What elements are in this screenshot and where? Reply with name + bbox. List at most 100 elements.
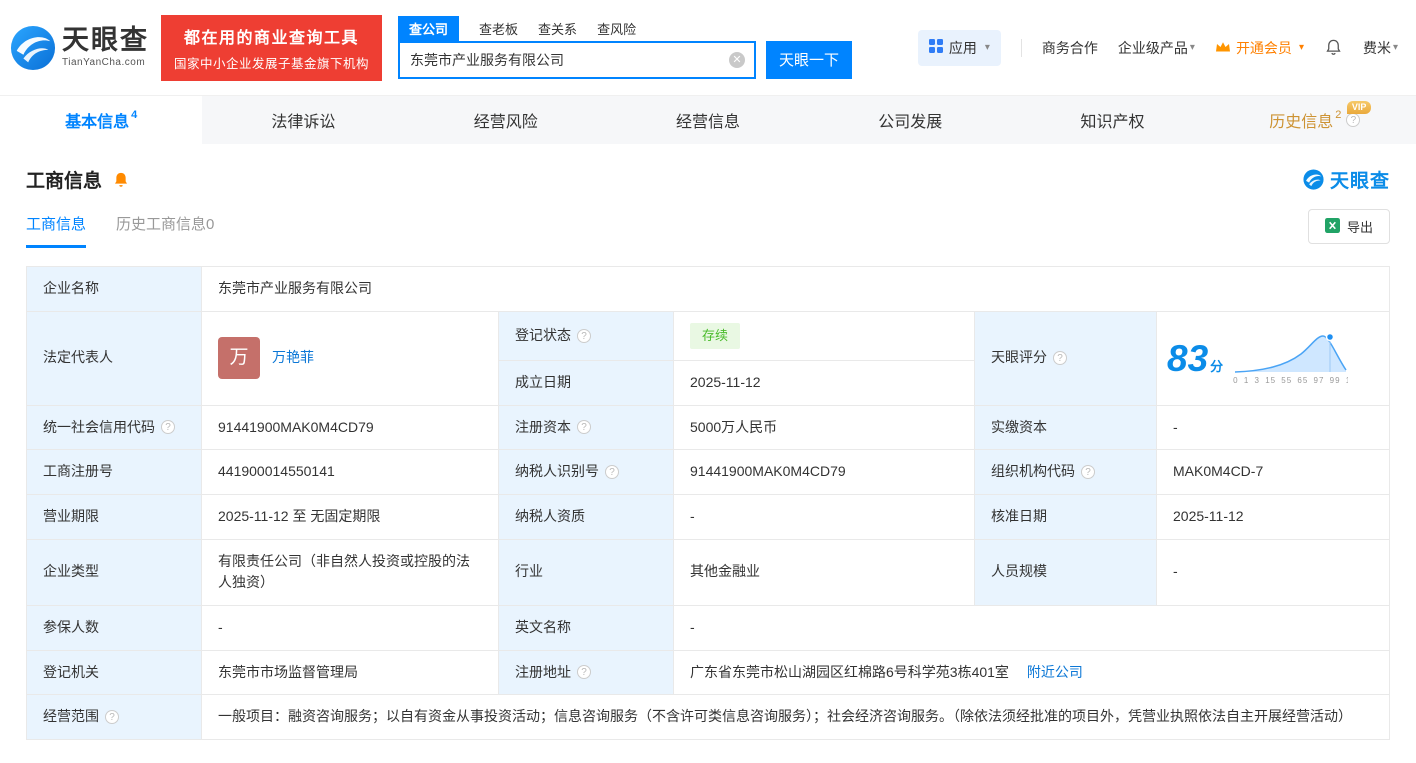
value-legal-representative: 万 万艳菲 — [201, 310, 499, 406]
chevron-down-icon: ▾ — [984, 42, 990, 53]
help-icon[interactable]: ? — [1346, 113, 1361, 127]
help-icon[interactable]: ? — [605, 465, 619, 480]
promo-banner: 都在用的商业查询工具 国家中小企业发展子基金旗下机构 — [161, 14, 383, 81]
registered-capital-label: 注册资本 — [515, 418, 571, 435]
registered-address-label: 注册地址 — [515, 663, 571, 680]
help-icon[interactable]: ? — [105, 710, 119, 725]
search-input[interactable] — [400, 51, 730, 68]
value-establish-date: 2025-11-12 — [673, 359, 975, 406]
table-row: 登记机关 东莞市市场监督管理局 注册地址? 广东省东莞市松山湖园区红棉路6号科学… — [26, 649, 1390, 696]
tab-company-development-label: 公司发展 — [878, 114, 943, 131]
tab-legal-litigation-label: 法律诉讼 — [271, 114, 336, 131]
label-staff-size: 人员规模 — [974, 538, 1157, 606]
label-taxpayer-id: 纳税人识别号? — [498, 449, 674, 495]
nav-user[interactable]: 费米 ▾ — [1363, 38, 1398, 58]
help-icon[interactable]: ? — [577, 420, 591, 435]
search-tabs: 查公司 查老板 查关系 查风险 — [398, 15, 852, 41]
user-name: 费米 — [1362, 39, 1391, 56]
notification-bell-icon[interactable] — [1324, 38, 1343, 57]
tianyancha-logo[interactable]: 天眼查 TianYanCha.com — [10, 25, 149, 71]
label-legal-representative: 法定代表人 — [26, 310, 202, 406]
value-registered-address: 广东省东莞市松山湖园区红棉路6号科学苑3栋401室 附近公司 — [673, 649, 1390, 696]
search-block: 查公司 查老板 查关系 查风险 ✕ 天眼一下 — [398, 15, 853, 79]
open-membership-label: 开通会员 — [1235, 39, 1292, 56]
label-registration-status: 登记状态? — [498, 310, 674, 361]
search-input-wrap: ✕ — [398, 40, 757, 79]
page: 天眼查 TianYanCha.com 都在用的商业查询工具 国家中小企业发展子基… — [0, 0, 1416, 763]
top-nav: 应用 ▾ 商务合作 企业级产品 ▾ 开通会员 ▾ 费米 ▾ — [917, 29, 1398, 66]
search-tab-company[interactable]: 查公司 — [398, 15, 460, 41]
tab-legal-litigation[interactable]: 法律诉讼 — [202, 96, 404, 144]
label-credit-code: 统一社会信用代码? — [26, 404, 202, 451]
tab-company-development[interactable]: 公司发展 — [809, 96, 1011, 144]
clear-icon[interactable]: ✕ — [729, 51, 746, 68]
nav-open-membership[interactable]: 开通会员 ▾ — [1215, 38, 1304, 58]
apps-button[interactable]: 应用 ▾ — [917, 29, 1001, 66]
label-registered-capital: 注册资本? — [498, 404, 674, 451]
tab-operation-info[interactable]: 经营信息 — [607, 96, 809, 144]
export-button[interactable]: 导出 — [1307, 209, 1390, 244]
tab-history-info[interactable]: VIP 历史信息 2 ? — [1214, 96, 1416, 144]
help-icon[interactable]: ? — [161, 420, 175, 435]
score-number: 83 分 — [1167, 337, 1224, 379]
organization-code-label: 组织机构代码 — [991, 463, 1075, 480]
value-company-type: 有限责任公司（非自然人投资或控股的法人独资） — [201, 538, 499, 606]
table-row: 营业期限 2025-11-12 至 无固定期限 纳税人资质 - 核准日期 202… — [26, 493, 1390, 540]
value-registration-status: 存续 — [673, 310, 975, 361]
label-registered-address: 注册地址? — [498, 649, 674, 696]
help-icon[interactable]: ? — [577, 328, 591, 343]
section-header: 工商信息 天眼查 — [26, 166, 1390, 193]
subtab-row: 工商信息 历史工商信息0 导出 — [26, 209, 1390, 252]
section-title: 工商信息 — [26, 171, 103, 192]
business-info-table: 企业名称 东莞市产业服务有限公司 法定代表人 万 万艳菲 登记状态? 存续 天眼… — [26, 266, 1390, 741]
excel-icon — [1324, 217, 1340, 236]
nav-business-cooperation[interactable]: 商务合作 — [1042, 38, 1098, 58]
tab-operation-risk[interactable]: 经营风险 — [405, 96, 607, 144]
subscribe-bell-icon[interactable] — [112, 171, 130, 189]
vip-badge: VIP — [1346, 101, 1372, 114]
legal-rep-link[interactable]: 万艳菲 — [272, 347, 314, 369]
label-approval-date: 核准日期 — [974, 493, 1157, 540]
tianyan-score-label: 天眼评分 — [991, 349, 1047, 366]
nearby-companies-link[interactable]: 附近公司 — [1027, 664, 1083, 680]
score-axis-labels: 0 1 3 15 55 65 97 99 100 — [1233, 376, 1348, 386]
subtab-business-info[interactable]: 工商信息 — [26, 213, 87, 248]
legal-rep-avatar[interactable]: 万 — [218, 337, 260, 380]
value-registration-authority: 东莞市市场监督管理局 — [201, 649, 499, 696]
label-company-type: 企业类型 — [26, 538, 202, 606]
subtab-history-business-info[interactable]: 历史工商信息0 — [116, 213, 214, 248]
search-tab-risk[interactable]: 查风险 — [597, 19, 636, 41]
nav-divider — [1020, 38, 1022, 57]
chevron-down-icon: ▾ — [1298, 42, 1304, 53]
search-tab-relation[interactable]: 查关系 — [538, 19, 577, 41]
value-taxpayer-qualification: - — [673, 493, 975, 540]
tab-intellectual-property[interactable]: 知识产权 — [1011, 96, 1213, 144]
search-tab-boss[interactable]: 查老板 — [479, 19, 518, 41]
nav-enterprise-products[interactable]: 企业级产品 ▾ — [1118, 38, 1195, 58]
value-credit-code: 91441900MAK0M4CD79 — [201, 404, 499, 451]
nav-enterprise-products-label: 企业级产品 — [1117, 39, 1188, 56]
tianyancha-watermark: 天眼查 — [1303, 166, 1390, 193]
value-approval-date: 2025-11-12 — [1156, 493, 1390, 540]
tianyancha-logo-icon — [10, 25, 56, 71]
business-scope-label: 经营范围 — [43, 708, 99, 725]
help-icon[interactable]: ? — [1081, 465, 1095, 480]
help-icon[interactable]: ? — [577, 665, 591, 680]
table-row: 法定代表人 万 万艳菲 登记状态? 存续 天眼评分? 83 分 0 1 3 15… — [26, 310, 1390, 406]
tab-history-info-badge: 2 — [1335, 109, 1342, 121]
value-company-name: 东莞市产业服务有限公司 — [201, 266, 1390, 312]
tab-basic-info[interactable]: 基本信息 4 — [0, 96, 203, 144]
label-paid-capital: 实缴资本 — [974, 404, 1157, 451]
company-nav-bar: 基本信息 4 法律诉讼 经营风险 经营信息 公司发展 知识产权 VIP 历史信息 2… — [0, 95, 1416, 144]
value-organization-code: MAK0M4CD-7 — [1156, 449, 1390, 495]
search-button[interactable]: 天眼一下 — [766, 40, 853, 79]
registration-status-label: 登记状态 — [515, 326, 571, 343]
table-row: 工商注册号 441900014550141 纳税人识别号? 91441900MA… — [26, 449, 1390, 495]
table-row: 经营范围? 一般项目：融资咨询服务；以自有资金从事投资活动；信息咨询服务（不含许… — [26, 694, 1390, 741]
business-info-section: 工商信息 天眼查 工商信息 历史工商信息0 导出 企业名称 东莞市产业服务有限公… — [0, 144, 1416, 741]
help-icon[interactable]: ? — [1053, 351, 1067, 366]
apps-label: 应用 — [948, 39, 977, 56]
table-row: 参保人数 - 英文名称 - — [26, 604, 1390, 651]
value-tianyan-score[interactable]: 83分 0 1 3 15 55 65 97 99 100 — [1156, 310, 1390, 406]
value-industry: 其他金融业 — [673, 538, 975, 606]
